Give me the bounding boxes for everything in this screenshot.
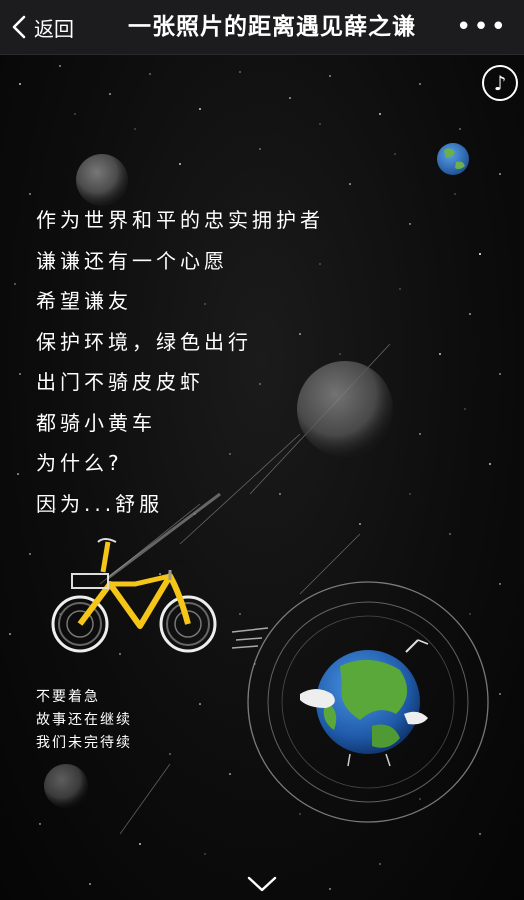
more-options-button[interactable]: ••• (456, 0, 508, 54)
poem-line: 都骑小黄车 (36, 410, 156, 435)
small-earth-icon (437, 143, 469, 175)
music-note-icon: ♪ (493, 71, 507, 95)
subtext-line: 故事还在继续 (36, 712, 132, 728)
poem-line: 出门不骑皮皮虾 (36, 370, 204, 394)
subtext-line: 我们未完待续 (36, 735, 132, 751)
poem-text: 作为世界和平的忠实拥护者 谦谦还有一个心愿 希望谦友 保护环境，绿色出行 出门不… (36, 200, 324, 524)
page-title: 一张照片的距离遇见薛之谦 (128, 14, 416, 40)
back-button[interactable]: 返回 (0, 0, 74, 54)
poem-line: 因为...舒服 (36, 491, 164, 516)
page: 返回 一张照片的距离遇见薛之谦 ••• ♪ 作为世界和平的忠实拥护者 谦谦还有一… (0, 0, 524, 900)
poem-line: 为什么? (36, 451, 123, 475)
nav-bar: 返回 一张照片的距离遇见薛之谦 ••• (0, 0, 524, 55)
music-toggle-button[interactable]: ♪ (482, 65, 518, 101)
chevron-left-icon (12, 15, 26, 39)
subtext-line: 不要着急 (36, 689, 100, 705)
moon-bottom-left (44, 764, 88, 808)
moon-top-left (76, 154, 128, 206)
subtext: 不要着急 故事还在继续 我们未完待续 (36, 686, 132, 755)
chevron-down-icon[interactable] (246, 874, 278, 894)
poem-line: 希望谦友 (36, 289, 132, 313)
back-label: 返回 (34, 16, 74, 41)
poem-line: 作为世界和平的忠实拥护者 (36, 208, 324, 232)
poem-line: 保护环境，绿色出行 (36, 329, 252, 354)
poem-line: 谦谦还有一个心愿 (36, 248, 228, 273)
earth-globe-icon (247, 581, 489, 823)
